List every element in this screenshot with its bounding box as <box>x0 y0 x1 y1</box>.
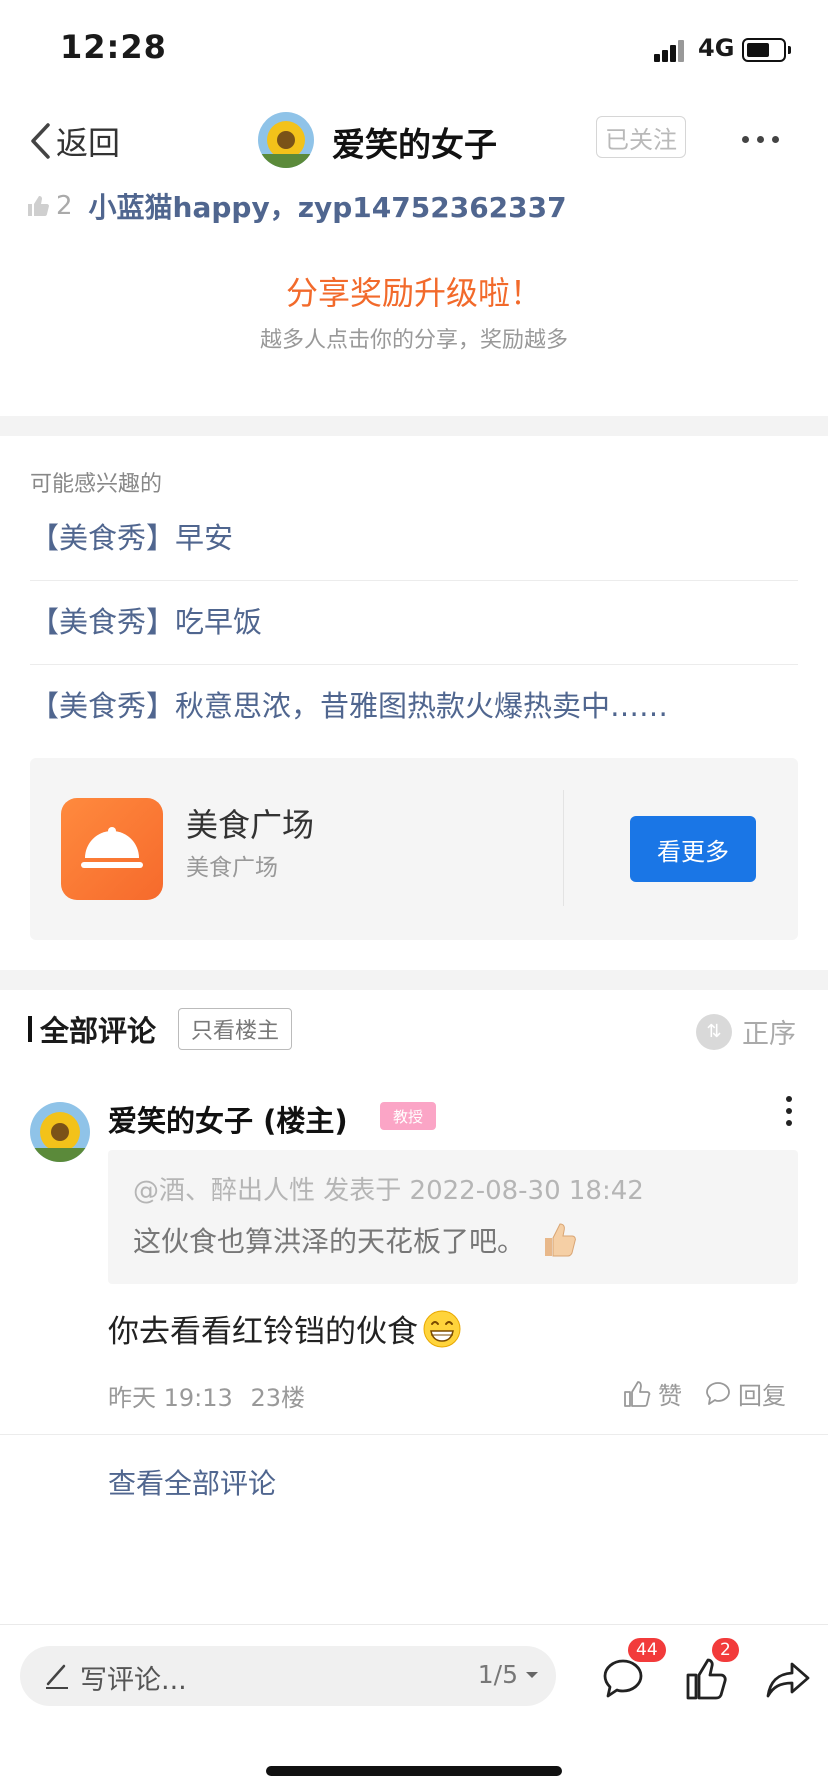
back-chevron-icon <box>31 123 50 159</box>
reply-label: 回复 <box>738 1382 786 1410</box>
recommend-heading: 可能感兴趣的 <box>30 472 163 497</box>
divider <box>0 1624 828 1625</box>
like-post-button[interactable]: 2 <box>682 1638 742 1706</box>
chevron-down-icon <box>526 1671 538 1678</box>
reply-button[interactable]: 回复 <box>704 1376 786 1411</box>
comment-more-icon[interactable] <box>786 1096 792 1126</box>
comments-title: 全部评论 <box>40 1014 157 1048</box>
comment-body: 你去看看红铃铛的伙食 <box>108 1314 418 1350</box>
share-button[interactable] <box>764 1650 824 1706</box>
emoji-grin-icon <box>422 1309 462 1349</box>
recommend-item[interactable]: 【美食秀】吃早饭 <box>30 580 798 665</box>
page-number: 1/5 <box>477 1660 518 1689</box>
more-icon[interactable] <box>742 136 780 146</box>
author-avatar[interactable] <box>258 112 314 168</box>
comment-input[interactable]: 写评论... 1/5 <box>20 1646 556 1706</box>
comment-placeholder: 写评论... <box>80 1665 187 1696</box>
comment-icon <box>603 1659 643 1698</box>
order-toggle[interactable]: ⇅ 正序 <box>696 1012 796 1051</box>
follow-button[interactable]: 已关注 <box>596 116 686 158</box>
pen-icon <box>46 1664 68 1689</box>
see-all-comments-link[interactable]: 查看全部评论 <box>108 1462 276 1502</box>
recommend-item[interactable]: 【美食秀】早安 <box>30 496 798 581</box>
comment-count-badge: 44 <box>628 1638 666 1662</box>
battery-icon <box>742 38 791 62</box>
section-divider <box>0 970 828 990</box>
see-more-button[interactable]: 看更多 <box>630 816 756 882</box>
back-button[interactable]: 返回 <box>28 118 120 164</box>
home-indicator <box>266 1766 562 1776</box>
quoted-comment[interactable]: @酒、醉出人性 发表于 2022-08-30 18:42 这伙食也算洪泽的天花板… <box>108 1150 798 1284</box>
comment-author[interactable]: 爱笑的女子 (楼主) <box>108 1098 348 1140</box>
plaza-subtitle: 美食广场 <box>186 855 278 881</box>
thumb-up-icon <box>624 1380 651 1407</box>
like-count-badge: 2 <box>712 1638 739 1662</box>
plaza-card[interactable]: 美食广场 美食广场 看更多 <box>30 758 798 940</box>
signal-icon <box>654 38 686 62</box>
comment-meta: 昨天 19:13 23楼 <box>108 1378 305 1413</box>
author-name[interactable]: 爱笑的女子 <box>332 118 497 166</box>
thumb-up-icon <box>28 196 49 216</box>
share-icon <box>766 1662 810 1698</box>
network-label: 4G <box>698 34 735 62</box>
recommend-item[interactable]: 【美食秀】秋意思浓，昔雅图热款火爆热卖中…… <box>30 664 798 748</box>
thumb-emoji-icon <box>539 1220 579 1260</box>
thumb-up-icon <box>686 1658 727 1700</box>
back-label: 返回 <box>56 124 121 162</box>
page-indicator[interactable]: 1/5 <box>478 1660 540 1689</box>
like-count: 2 <box>56 191 73 221</box>
quote-meta: @酒、醉出人性 发表于 2022-08-30 18:42 <box>133 1176 644 1206</box>
like-button[interactable]: 赞 <box>622 1376 682 1411</box>
likes-row: 2 小蓝猫happy，zyp14752362337 <box>26 186 567 226</box>
quote-text-row: 这伙食也算洪泽的天花板了吧。 <box>133 1220 579 1260</box>
heading-bar <box>28 1016 32 1042</box>
comment-avatar[interactable] <box>30 1102 90 1162</box>
comment-body-row: 你去看看红铃铛的伙食 <box>108 1306 462 1351</box>
quote-text: 这伙食也算洪泽的天花板了吧。 <box>133 1225 526 1258</box>
status-time: 12:28 <box>60 28 167 66</box>
order-icon: ⇅ <box>696 1013 732 1050</box>
comments-button[interactable]: 44 <box>598 1638 666 1706</box>
reward-title[interactable]: 分享奖励升级啦！ <box>0 268 828 314</box>
only-owner-button[interactable]: 只看楼主 <box>178 1008 293 1050</box>
plaza-dish-icon <box>61 798 163 900</box>
reward-subtitle: 越多人点击你的分享，奖励越多 <box>259 328 568 353</box>
likers-list[interactable]: 小蓝猫happy，zyp14752362337 <box>89 186 567 226</box>
author-badge: 教授 <box>380 1102 436 1130</box>
comment-time: 昨天 19:13 <box>108 1384 233 1412</box>
plaza-title: 美食广场 <box>186 806 315 844</box>
comment-floor: 23楼 <box>250 1384 305 1412</box>
section-divider <box>0 416 828 436</box>
comments-header: 全部评论 只看楼主 <box>28 1008 293 1050</box>
divider <box>563 790 564 906</box>
like-label: 赞 <box>658 1382 682 1410</box>
comment-actions: 赞 回复 <box>622 1376 786 1411</box>
divider <box>0 1434 828 1435</box>
order-label: 正序 <box>742 1019 796 1050</box>
comment-icon <box>706 1381 730 1405</box>
